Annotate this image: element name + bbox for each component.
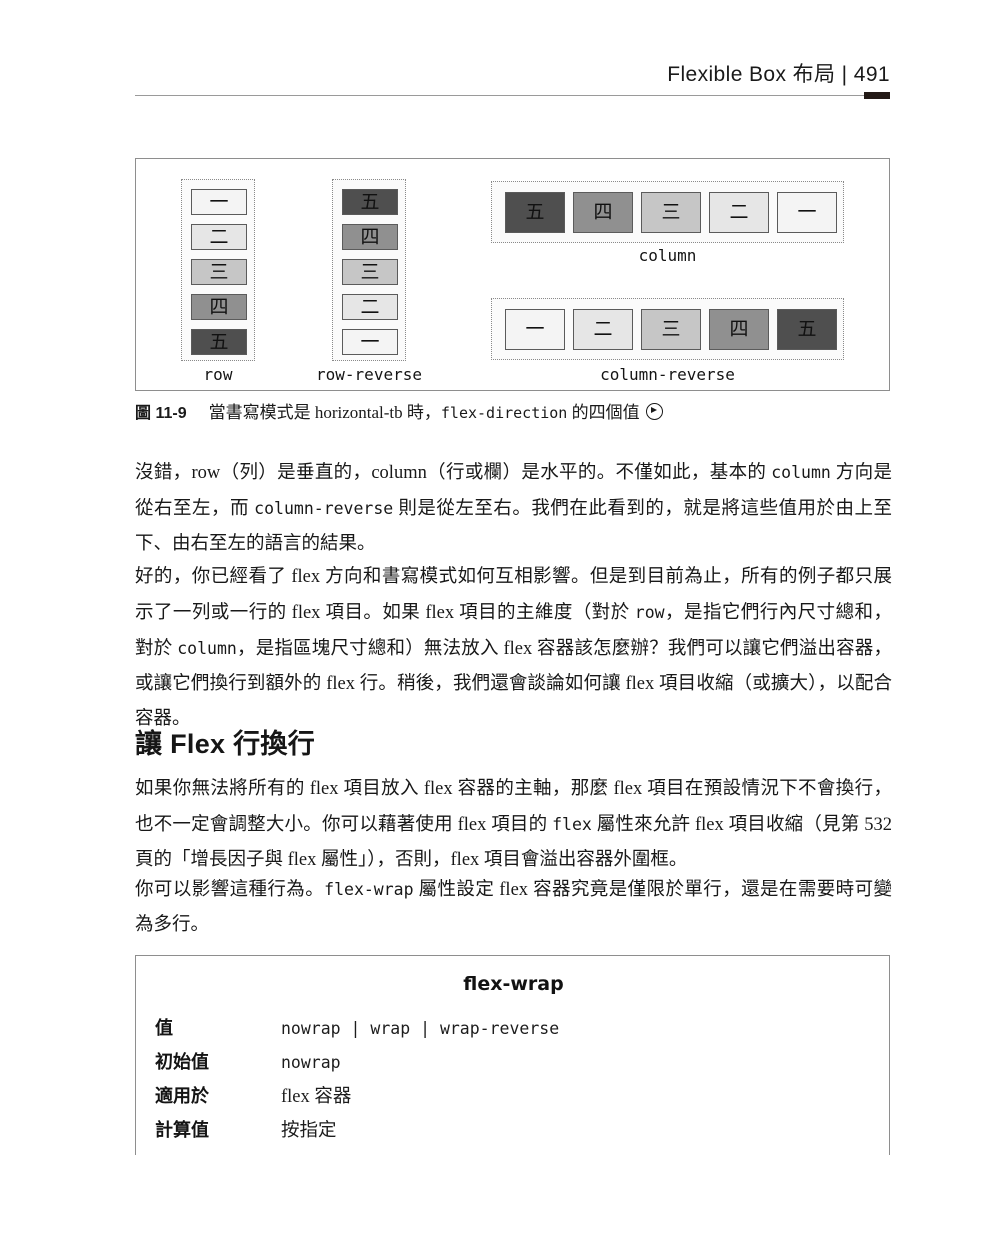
paragraph-1-part-a: 沒錯，row（列）是垂直的，column（行或欄）是水平的。不僅如此，基本的 [135, 463, 772, 483]
flex-container-row: 一 二 三 四 五 [181, 179, 255, 361]
property-term: 適用於 [155, 1086, 209, 1107]
book-page: Flexible Box 布局 | 491 一 二 三 四 五 row 五 四 … [0, 0, 1000, 1243]
caption-code: flex-direction [440, 404, 568, 422]
paragraph-4-code-1: flex-wrap [324, 880, 414, 899]
flex-container-column-reverse: 一 二 三 四 五 [491, 298, 844, 360]
figure-label-column: column [638, 246, 697, 265]
paragraph-2-code-2: column [177, 639, 237, 658]
running-head-rule [135, 95, 890, 96]
paragraph-1: 沒錯，row（列）是垂直的，column（行或欄）是水平的。不僅如此，基本的 c… [135, 455, 892, 562]
paragraph-1-code-2: column-reverse [254, 499, 394, 518]
flex-item: 二 [191, 224, 247, 250]
paragraph-4-part-a: 你可以影響這種行為。 [135, 880, 325, 900]
paragraph-3-code-1: flex [552, 815, 592, 834]
flex-item: 一 [342, 329, 398, 355]
figure-11-9: 一 二 三 四 五 row 五 四 三 二 一 row-reverse 五 四 … [135, 158, 890, 391]
figure-label-row-reverse: row-reverse [316, 365, 422, 384]
flex-item: 四 [342, 224, 398, 250]
property-box-title: flex-wrap [463, 973, 564, 995]
property-row: 計算值 按指定 [136, 1116, 891, 1150]
flex-item: 二 [573, 309, 633, 350]
property-row: 初始值 nowrap [136, 1048, 891, 1082]
flex-item: 五 [505, 192, 565, 233]
property-value: flex 容器 [281, 1087, 352, 1107]
flex-item: 五 [342, 189, 398, 215]
figure-number: 圖 11-9 [135, 405, 187, 422]
flex-item: 三 [641, 192, 701, 233]
flex-item: 三 [191, 259, 247, 285]
property-row: 值 nowrap | wrap | wrap-reverse [136, 1014, 891, 1048]
caption-text-after: 的四個值 [567, 403, 640, 422]
flex-item: 三 [342, 259, 398, 285]
flex-item: 四 [709, 309, 769, 350]
flex-item: 五 [191, 329, 247, 355]
flex-item: 五 [777, 309, 837, 350]
flex-item: 一 [777, 192, 837, 233]
flex-item: 二 [342, 294, 398, 320]
figure-label-row: row [203, 365, 233, 384]
paragraph-1-code-1: column [771, 463, 831, 482]
property-box-rows: 值 nowrap | wrap | wrap-reverse 初始值 nowra… [136, 1014, 891, 1150]
flex-item: 四 [191, 294, 247, 320]
paragraph-2-part-c: ，是指區塊尺寸總和）無法放入 flex 容器該怎麼辦？我們可以讓它們溢出容器，或… [135, 639, 892, 729]
property-term: 計算值 [155, 1120, 209, 1141]
flex-item: 二 [709, 192, 769, 233]
figure-caption-text: 當書寫模式是 horizontal-tb 時，flex-direction 的四… [209, 398, 640, 423]
figure-caption: 圖 11-9 當書寫模式是 horizontal-tb 時，flex-direc… [135, 398, 663, 423]
figure-label-column-reverse: column-reverse [600, 365, 735, 384]
flex-container-row-reverse: 五 四 三 二 一 [332, 179, 406, 361]
property-value: nowrap [281, 1053, 341, 1072]
flex-item: 四 [573, 192, 633, 233]
play-circle-icon[interactable] [645, 403, 663, 420]
flex-container-column: 五 四 三 二 一 [491, 181, 844, 243]
property-value: nowrap | wrap | wrap-reverse [281, 1019, 560, 1038]
paragraph-3: 如果你無法將所有的 flex 項目放入 flex 容器的主軸，那麼 flex 項… [135, 772, 892, 878]
property-box-flex-wrap: flex-wrap 值 nowrap | wrap | wrap-reverse… [135, 955, 890, 1155]
paragraph-2-code-1: row [634, 603, 665, 622]
flex-item: 三 [641, 309, 701, 350]
paragraph-4: 你可以影響這種行為。flex-wrap 屬性設定 flex 容器究竟是僅限於單行… [135, 872, 892, 943]
flex-item: 一 [191, 189, 247, 215]
property-term: 初始值 [155, 1052, 209, 1073]
section-heading: 讓 Flex 行換行 [135, 729, 316, 759]
flex-item: 一 [505, 309, 565, 350]
caption-text-before: 當書寫模式是 horizontal-tb 時， [208, 403, 441, 422]
property-term: 值 [155, 1018, 173, 1039]
property-row: 適用於 flex 容器 [136, 1082, 891, 1116]
page-edge-tab [864, 92, 890, 99]
running-head-title: Flexible Box 布局 | 491 [667, 63, 890, 86]
paragraph-2: 好的，你已經看了 flex 方向和書寫模式如何互相影響。但是到目前為止，所有的例… [135, 560, 892, 737]
property-value: 按指定 [281, 1121, 337, 1141]
running-head: Flexible Box 布局 | 491 [135, 58, 890, 102]
